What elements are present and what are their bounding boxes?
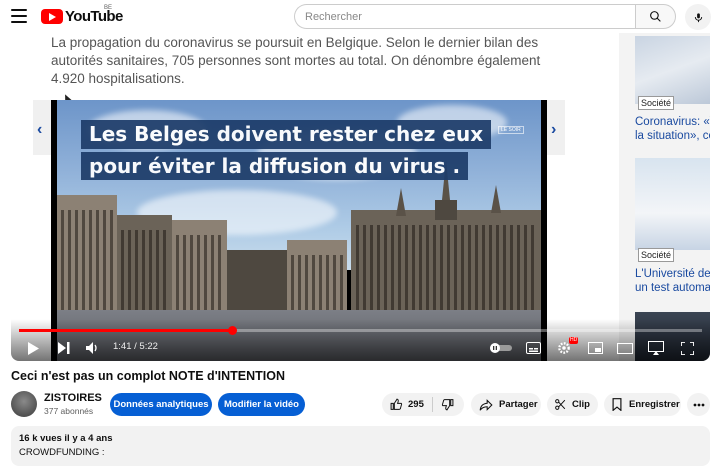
cast-button[interactable] [647, 340, 665, 356]
scissors-icon [555, 399, 566, 410]
skip-next-icon [58, 342, 70, 354]
save-label: Enregistrer [629, 399, 680, 410]
save-button[interactable]: Enregistrer [604, 393, 681, 416]
player-controls: 1:41 / 5:22 HD [11, 319, 710, 361]
share-label: Partager [499, 399, 538, 410]
like-button[interactable]: 295 [390, 398, 424, 411]
description-box[interactable]: 16 k vues il y a 4 ans CROWDFUNDING : [11, 426, 710, 466]
article-title-line: un test automat [635, 282, 710, 294]
clip-label: Clip [572, 399, 590, 410]
like-count: 295 [408, 399, 424, 410]
dislike-button[interactable] [441, 398, 454, 411]
like-dislike-group: 295 [382, 393, 464, 416]
share-button[interactable]: Partager [471, 393, 541, 416]
search-icon [650, 11, 661, 22]
article-title[interactable]: Coronavirus: «V la situation», ce [635, 115, 710, 143]
play-icon [28, 341, 39, 355]
logo-region: BE [104, 5, 113, 11]
next-button[interactable] [55, 340, 73, 356]
hd-badge: HD [569, 337, 579, 344]
search-input[interactable] [305, 10, 636, 23]
progress-scrubber[interactable] [228, 326, 238, 335]
logo-text: YouTube [65, 8, 123, 25]
masthead: YouTube BE [0, 0, 720, 33]
view-count-and-date: 16 k vues il y a 4 ans [19, 433, 113, 444]
theater-icon [617, 342, 633, 354]
subscriber-count: 377 abonnés [44, 406, 94, 416]
time-total: 5:22 [139, 341, 158, 352]
article-title[interactable]: L'Université de l un test automat [635, 267, 710, 295]
carousel-next-icon[interactable]: › [551, 121, 556, 139]
autoplay-toggle[interactable] [489, 340, 513, 356]
progress-fill [19, 329, 233, 332]
miniplayer-button[interactable] [586, 340, 604, 356]
video-player[interactable]: La propagation du coronavirus se poursui… [11, 33, 710, 361]
volume-icon [86, 342, 97, 354]
autoplay-toggle-icon [490, 343, 512, 353]
article-tag: Société [638, 248, 675, 262]
volume-button[interactable] [83, 340, 101, 356]
theater-mode-button[interactable] [616, 340, 634, 356]
overlay-title-line1: Les Belges doivent rester chez eux [81, 120, 492, 149]
subtitles-icon [525, 342, 541, 354]
fullscreen-button[interactable] [678, 340, 696, 356]
channel-name[interactable]: ZISTOIRES [44, 392, 102, 404]
analytics-button[interactable]: Données analytiques [110, 393, 212, 416]
carousel-prev-icon[interactable]: ‹ [37, 121, 42, 139]
search-button[interactable] [635, 4, 676, 29]
more-horizontal-icon [693, 403, 704, 406]
kings-house-tower [435, 200, 457, 220]
bookmark-icon [612, 398, 622, 411]
article-title-line: Coronavirus: «V [635, 116, 710, 128]
video-title: Ceci n'est pas un complot NOTE d'INTENTI… [11, 369, 286, 383]
overlay-title-line2: pour éviter la diffusion du virus . [81, 152, 469, 180]
article-image[interactable] [635, 36, 710, 104]
play-button[interactable] [24, 340, 42, 356]
share-icon [479, 398, 493, 411]
miniplayer-icon [587, 342, 603, 354]
youtube-logo[interactable]: YouTube BE [41, 5, 123, 25]
article-tag: Société [638, 96, 675, 110]
microphone-icon [694, 12, 702, 22]
time-current: 1:41 [113, 341, 132, 352]
article-title-line: L'Université de l [635, 268, 710, 280]
more-actions-button[interactable] [687, 393, 710, 416]
thumbs-down-icon [441, 399, 454, 411]
search-box[interactable] [294, 4, 636, 29]
related-articles-panel: Société Coronavirus: «V la situation», c… [619, 33, 710, 361]
description-text: CROWDFUNDING : [19, 447, 105, 458]
article-title-line: la situation», ce [635, 130, 710, 142]
channel-avatar[interactable] [11, 391, 37, 417]
cast-icon [648, 341, 664, 355]
progress-bar[interactable] [19, 326, 702, 335]
youtube-play-icon [41, 9, 63, 24]
edit-video-button[interactable]: Modifier la vidéo [218, 393, 305, 416]
subtitles-button[interactable] [524, 340, 542, 356]
article-text: La propagation du coronavirus se poursui… [51, 35, 541, 86]
thumbs-up-icon [390, 398, 403, 410]
menu-icon[interactable] [11, 9, 27, 23]
time-display: 1:41 / 5:22 [113, 341, 158, 352]
voice-search-button[interactable] [685, 4, 711, 30]
broadcaster-logo: LE SOIR [498, 126, 524, 134]
divider [431, 397, 433, 412]
clip-button[interactable]: Clip [547, 393, 598, 416]
article-image[interactable] [635, 158, 710, 250]
fullscreen-icon [680, 341, 694, 355]
